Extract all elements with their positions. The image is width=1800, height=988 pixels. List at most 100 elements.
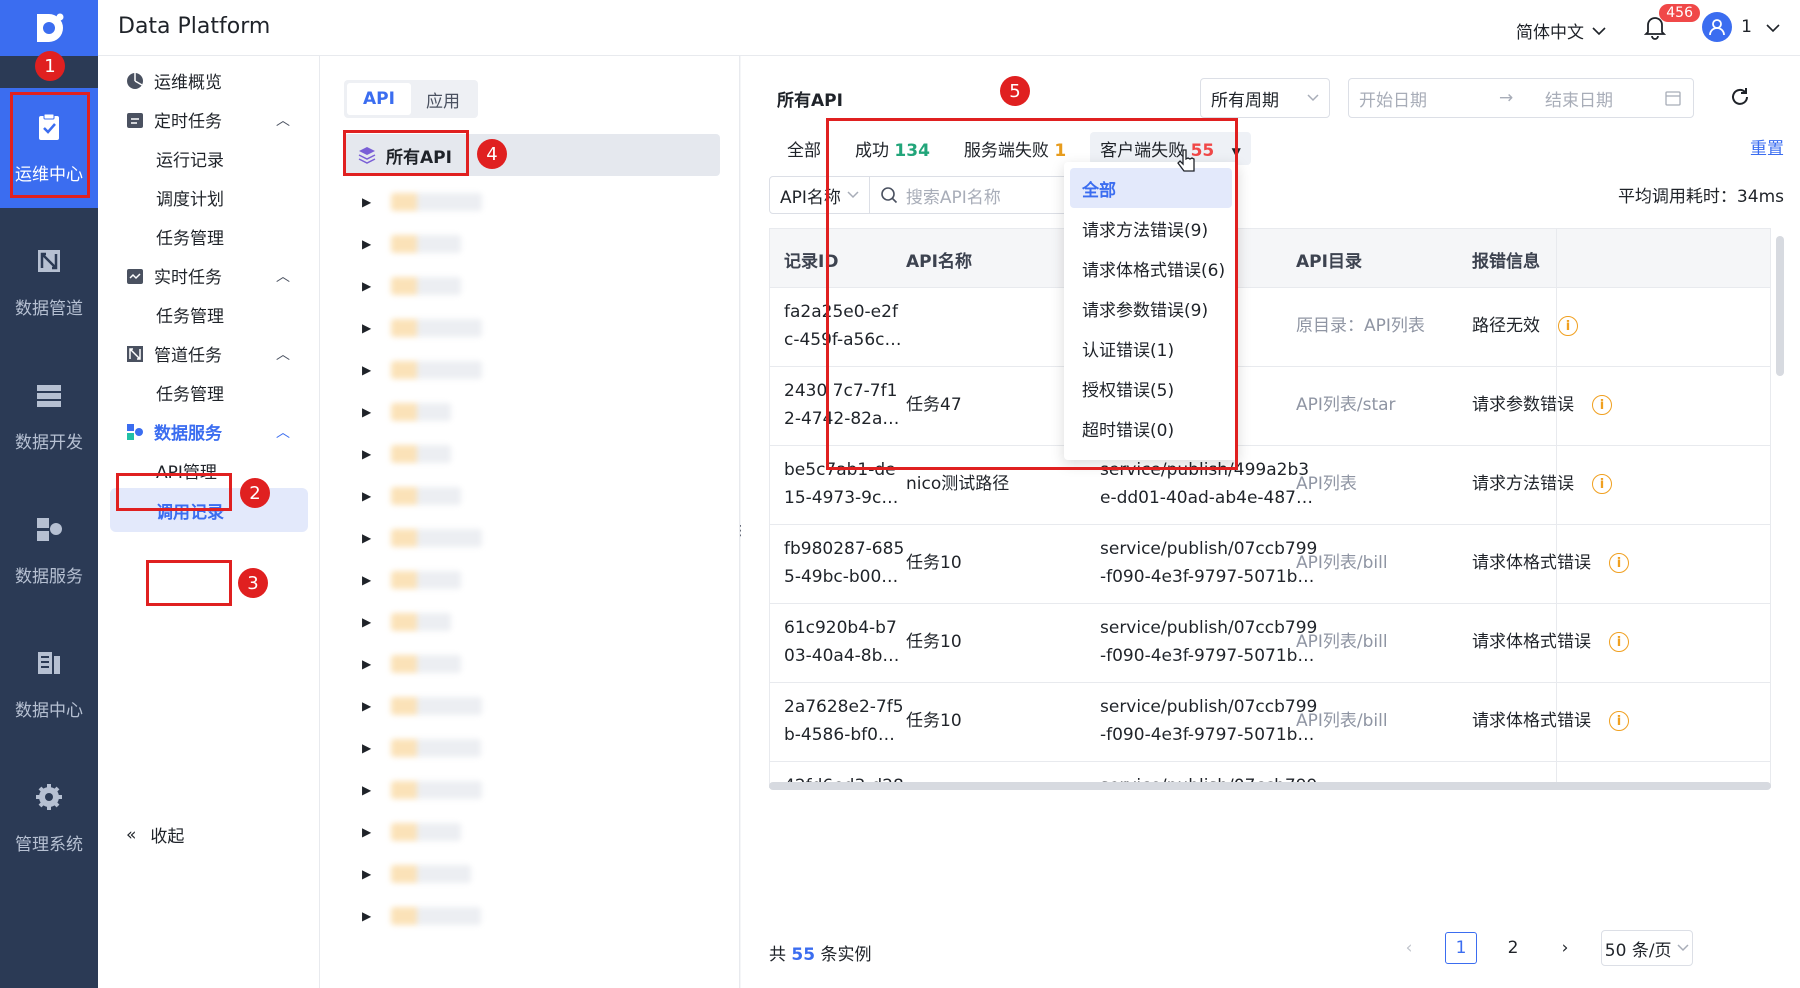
refresh-button[interactable] bbox=[1729, 86, 1751, 112]
caret-right-icon[interactable]: ▶ bbox=[362, 447, 371, 461]
page-size-select[interactable]: 50 条/页 bbox=[1601, 930, 1693, 966]
nav-realtime-tasks[interactable]: 实时任务 bbox=[126, 263, 222, 288]
page-2-button[interactable]: 2 bbox=[1497, 932, 1529, 964]
info-icon[interactable]: i bbox=[1592, 474, 1612, 494]
nav-schedule-plan[interactable]: 调度计划 bbox=[156, 185, 224, 210]
tree-node[interactable]: ▶ bbox=[362, 528, 482, 548]
info-icon[interactable]: i bbox=[1558, 316, 1578, 336]
language-select[interactable]: 简体中文 bbox=[1516, 18, 1606, 43]
chevron-down-icon[interactable] bbox=[1766, 18, 1780, 37]
caret-right-icon[interactable]: ▶ bbox=[362, 279, 371, 293]
tree-node[interactable]: ▶ bbox=[362, 780, 482, 800]
tree-node[interactable]: ▶ bbox=[362, 696, 482, 716]
tree-node[interactable]: ▶ bbox=[362, 276, 482, 296]
caret-right-icon[interactable]: ▶ bbox=[362, 321, 371, 335]
annotation-box-5 bbox=[826, 118, 1238, 470]
caret-right-icon[interactable]: ▶ bbox=[362, 489, 371, 503]
nav-scheduled-tasks[interactable]: 定时任务 bbox=[126, 107, 222, 132]
record-id: 2a7628e2-7f5 bbox=[784, 697, 904, 717]
nav-ops-overview[interactable]: 运维概览 bbox=[126, 68, 222, 93]
user-name[interactable]: 1 bbox=[1741, 17, 1752, 37]
info-icon[interactable]: i bbox=[1609, 553, 1629, 573]
chevron-up-icon[interactable]: ︿ bbox=[276, 344, 290, 364]
tree-node-label-redacted bbox=[391, 907, 482, 925]
info-icon[interactable]: i bbox=[1609, 711, 1629, 731]
caret-right-icon[interactable]: ▶ bbox=[362, 237, 371, 251]
caret-right-icon[interactable]: ▶ bbox=[362, 195, 371, 209]
caret-right-icon[interactable]: ▶ bbox=[362, 783, 371, 797]
caret-right-icon[interactable]: ▶ bbox=[362, 867, 371, 881]
caret-right-icon[interactable]: ▶ bbox=[362, 741, 371, 755]
avatar[interactable] bbox=[1702, 12, 1732, 42]
date-range-picker[interactable]: 开始日期 → 结束日期 bbox=[1348, 78, 1694, 118]
tree-node[interactable]: ▶ bbox=[362, 906, 482, 926]
rail-admin[interactable]: 管理系统 bbox=[0, 758, 98, 878]
page-1-button[interactable]: 1 bbox=[1445, 932, 1477, 964]
caret-right-icon[interactable]: ▶ bbox=[362, 405, 371, 419]
table-row[interactable]: fb980287-685 5-49bc-b00… 任务10 service/publi… bbox=[770, 524, 1770, 603]
tab-api[interactable]: API bbox=[347, 83, 411, 115]
end-date-input[interactable]: 结束日期 bbox=[1545, 86, 1665, 111]
reset-link[interactable]: 重置 bbox=[1750, 134, 1784, 159]
rail-data-pipeline[interactable]: 数据管道 bbox=[0, 222, 98, 342]
tree-node[interactable]: ▶ bbox=[362, 444, 482, 464]
tree-node[interactable]: ▶ bbox=[362, 822, 482, 842]
tree-node[interactable]: ▶ bbox=[362, 570, 482, 590]
rail-data-center[interactable]: 数据中心 bbox=[0, 624, 98, 744]
table-row[interactable]: 2a7628e2-7f5 b-4586-bf0… 任务10 service/publi… bbox=[770, 682, 1770, 761]
next-page-button[interactable]: › bbox=[1549, 932, 1581, 964]
tab-app[interactable]: 应用 bbox=[411, 83, 475, 115]
caret-right-icon[interactable]: ▶ bbox=[362, 363, 371, 377]
table-row[interactable]: 61c920b4-b7 03-40a4-8b… 任务10 service/publis… bbox=[770, 603, 1770, 682]
page-title: 所有API bbox=[777, 91, 843, 111]
nav-task-management[interactable]: 任务管理 bbox=[156, 380, 224, 405]
caret-right-icon[interactable]: ▶ bbox=[362, 657, 371, 671]
nav-data-service[interactable]: 数据服务 bbox=[126, 419, 222, 444]
tree-node[interactable]: ▶ bbox=[362, 654, 482, 674]
chevron-up-icon[interactable]: ︿ bbox=[276, 266, 290, 286]
rail-label: 数据服务 bbox=[15, 566, 83, 587]
calendar-icon bbox=[1665, 91, 1681, 106]
filter-all[interactable]: 全部 bbox=[777, 132, 831, 165]
horizontal-scrollbar[interactable] bbox=[769, 782, 1771, 790]
api-directory: API列表/bill bbox=[1296, 553, 1388, 573]
double-chevron-left-icon: « bbox=[126, 824, 137, 845]
tree-node[interactable]: ▶ bbox=[362, 612, 482, 632]
tree-node[interactable]: ▶ bbox=[362, 402, 482, 422]
tree-node[interactable]: ▶ bbox=[362, 234, 482, 254]
dev-stack-icon bbox=[37, 384, 61, 407]
tree-node-label-redacted bbox=[391, 193, 482, 211]
api-directory: API列表/bill bbox=[1296, 632, 1388, 652]
nav-run-records[interactable]: 运行记录 bbox=[156, 146, 224, 171]
caret-right-icon[interactable]: ▶ bbox=[362, 573, 371, 587]
caret-right-icon[interactable]: ▶ bbox=[362, 615, 371, 629]
tree-node[interactable]: ▶ bbox=[362, 360, 482, 380]
chevron-down-icon bbox=[1592, 26, 1606, 35]
rail-data-service[interactable]: 数据服务 bbox=[0, 490, 98, 610]
tree-node[interactable]: ▶ bbox=[362, 318, 482, 338]
tree-node[interactable]: ▶ bbox=[362, 864, 482, 884]
nav-pipeline-tasks[interactable]: 管道任务 bbox=[126, 341, 222, 366]
prev-page-button[interactable]: ‹ bbox=[1393, 932, 1425, 964]
collapse-button[interactable]: « 收起 bbox=[126, 822, 184, 848]
annotation-number-5: 5 bbox=[1000, 76, 1030, 106]
chevron-up-icon[interactable]: ︿ bbox=[276, 110, 290, 130]
rail-data-dev[interactable]: 数据开发 bbox=[0, 356, 98, 476]
caret-right-icon[interactable]: ▶ bbox=[362, 909, 371, 923]
tree-node[interactable]: ▶ bbox=[362, 738, 482, 758]
nav-task-management[interactable]: 任务管理 bbox=[156, 302, 224, 327]
tree-node[interactable]: ▶ bbox=[362, 486, 482, 506]
caret-right-icon[interactable]: ▶ bbox=[362, 699, 371, 713]
tree-node[interactable]: ▶ bbox=[362, 192, 482, 212]
vertical-scrollbar[interactable] bbox=[1776, 236, 1784, 376]
app-logo[interactable] bbox=[0, 0, 98, 56]
info-icon[interactable]: i bbox=[1609, 632, 1629, 652]
period-select[interactable]: 所有周期 bbox=[1200, 78, 1330, 118]
start-date-input[interactable]: 开始日期 bbox=[1359, 86, 1499, 111]
nav-task-management[interactable]: 任务管理 bbox=[156, 224, 224, 249]
error-info: 路径无效 bbox=[1472, 316, 1540, 336]
caret-right-icon[interactable]: ▶ bbox=[362, 825, 371, 839]
caret-right-icon[interactable]: ▶ bbox=[362, 531, 371, 545]
chevron-up-icon[interactable]: ︿ bbox=[276, 422, 290, 442]
info-icon[interactable]: i bbox=[1592, 395, 1612, 415]
